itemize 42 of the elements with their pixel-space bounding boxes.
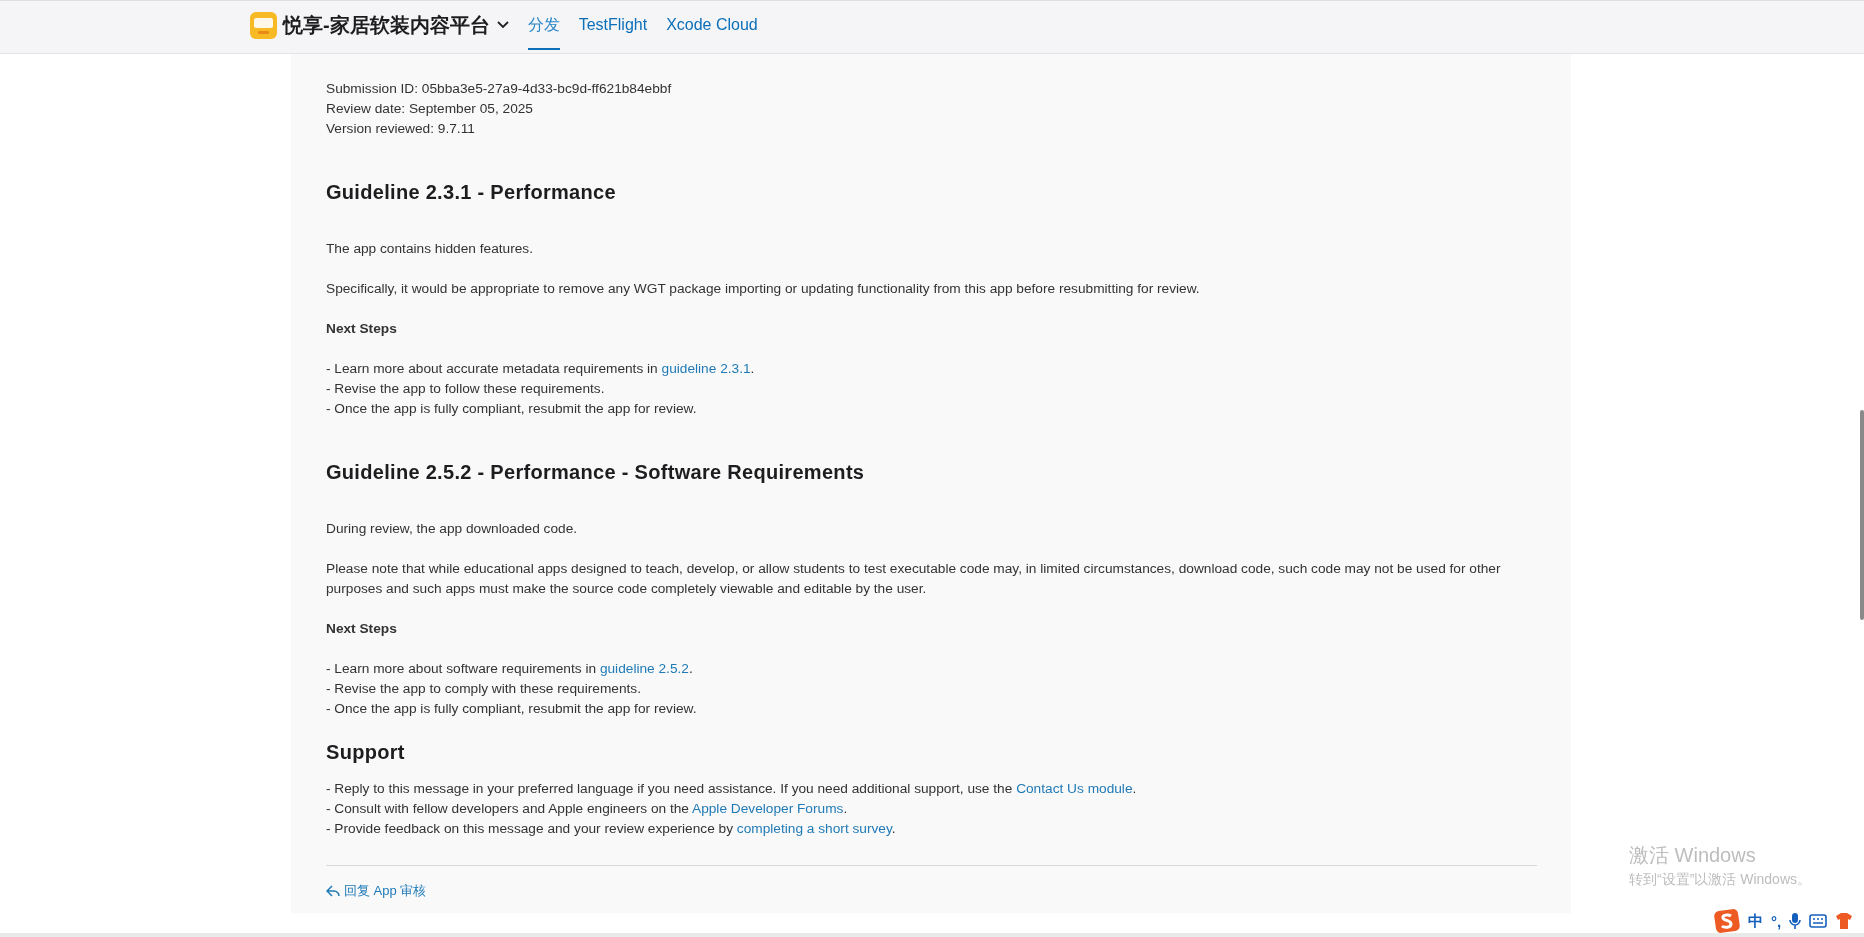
list-item: - Revise the app to follow these requirements. [326, 380, 606, 398]
activation-title: 激活 Windows [1629, 843, 1757, 867]
scrollbar-thumb[interactable] [1860, 410, 1864, 620]
section-heading: Support [326, 740, 406, 765]
list-item: - Once the app is fully compliant, resubmit the app for review. [326, 700, 698, 718]
link[interactable]: guideline 2.5.2 [599, 661, 689, 676]
subheading: Next Steps [326, 620, 398, 638]
list-item: - Learn more about software requirements in guideline 2.5.2. [326, 660, 694, 678]
subheading: Next Steps [326, 320, 398, 338]
section-heading: Guideline 2.5.2 - Performance - Software Requirements [326, 460, 866, 485]
microphone-icon[interactable] [1789, 912, 1802, 930]
list-item: - Learn more about accurate metadata requirements in guideline 2.3.1. [326, 360, 756, 378]
link[interactable]: completing a short survey [736, 821, 892, 836]
list-item: - Provide feedback on this message and your review experience by completing a short survey. [326, 820, 897, 838]
list-item: - Revise the app to comply with these requirements. [326, 680, 642, 698]
paragraph: During review, the app downloaded code. [326, 520, 579, 538]
nav-tab[interactable]: TestFlight [578, 2, 648, 48]
ime-punctuation[interactable]: °, [1771, 912, 1782, 930]
list-item: - Once the app is fully compliant, resubmit the app for review. [326, 400, 698, 418]
app-name[interactable]: 悦享-家居软装内容平台 [283, 11, 490, 39]
keyboard-icon[interactable] [1809, 914, 1828, 928]
shirt-icon[interactable] [1835, 912, 1854, 930]
activation-message: 转到“设置”以激活 Windows。 [1629, 870, 1811, 889]
nav-tab[interactable]: Xcode Cloud [666, 2, 758, 48]
meta-line: Version reviewed: 9.7.11 [326, 120, 476, 138]
reply-arrow-icon[interactable] [326, 884, 340, 898]
list-item: - Reply to this message in your preferred language if you need assistance. If you need additional support, use the Contact Us module. [326, 780, 1138, 798]
reply-link[interactable]: 回复 App 审核 [326, 881, 427, 901]
chevron-down-icon[interactable] [495, 20, 510, 30]
meta-line: Review date: September 05, 2025 [326, 100, 534, 118]
meta-line: Submission ID: 05bba3e5-27a9-4d33-bc9d-ff621b84ebbf [326, 80, 673, 98]
link[interactable]: Contact Us module [1016, 781, 1133, 796]
section-heading: Guideline 2.3.1 - Performance [326, 180, 617, 205]
ime-mode[interactable]: 中 [1748, 911, 1763, 931]
paragraph: Please note that while educational apps designed to teach, develop, or allow students to test executable code may, in limited circumstances, download code, such code may not be used for other purposes and such apps must make the source code completely viewable and editable by the user. [326, 560, 1502, 598]
link[interactable]: guideline 2.3.1 [661, 361, 751, 376]
list-item: - Consult with fellow developers and Apple engineers on the Apple Developer Forums. [326, 800, 849, 818]
app-logo-icon [250, 11, 277, 39]
paragraph: The app contains hidden features. [326, 240, 534, 258]
nav-tab[interactable]: 分发 [527, 0, 560, 50]
ime-logo-icon[interactable] [1714, 909, 1740, 933]
paragraph: Specifically, it would be appropriate to remove any WGT package importing or updating functionality from this app before resubmitting for review. [326, 280, 1201, 298]
